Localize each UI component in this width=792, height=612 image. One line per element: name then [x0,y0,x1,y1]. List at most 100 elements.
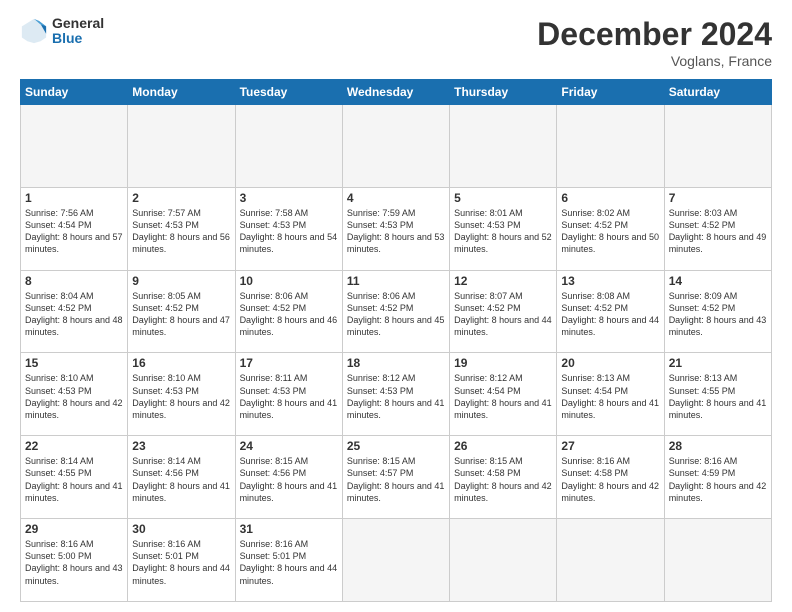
cell-info: Sunrise: 8:12 AMSunset: 4:54 PMDaylight:… [454,373,552,419]
day-number: 23 [132,439,230,453]
calendar-cell-16: 16 Sunrise: 8:10 AMSunset: 4:53 PMDaylig… [128,353,235,436]
calendar-cell-5: 5 Sunrise: 8:01 AMSunset: 4:53 PMDayligh… [450,187,557,270]
day-number: 2 [132,191,230,205]
day-number: 28 [669,439,767,453]
calendar-header-tuesday: Tuesday [235,80,342,105]
cell-info: Sunrise: 8:15 AMSunset: 4:58 PMDaylight:… [454,456,552,502]
day-number: 20 [561,356,659,370]
day-number: 7 [669,191,767,205]
calendar-header-thursday: Thursday [450,80,557,105]
calendar-cell-21: 21 Sunrise: 8:13 AMSunset: 4:55 PMDaylig… [664,353,771,436]
cell-info: Sunrise: 7:57 AMSunset: 4:53 PMDaylight:… [132,208,230,254]
logo-blue-text: Blue [52,31,104,46]
calendar-cell-31: 31 Sunrise: 8:16 AMSunset: 5:01 PMDaylig… [235,519,342,602]
day-number: 27 [561,439,659,453]
calendar-cell-empty [664,105,771,188]
calendar-cell-29: 29 Sunrise: 8:16 AMSunset: 5:00 PMDaylig… [21,519,128,602]
day-number: 4 [347,191,445,205]
calendar-cell-27: 27 Sunrise: 8:16 AMSunset: 4:58 PMDaylig… [557,436,664,519]
day-number: 17 [240,356,338,370]
calendar-cell-22: 22 Sunrise: 8:14 AMSunset: 4:55 PMDaylig… [21,436,128,519]
cell-info: Sunrise: 8:07 AMSunset: 4:52 PMDaylight:… [454,291,552,337]
day-number: 14 [669,274,767,288]
day-number: 12 [454,274,552,288]
logo-general-text: General [52,16,104,31]
cell-info: Sunrise: 8:13 AMSunset: 4:54 PMDaylight:… [561,373,659,419]
calendar-cell-23: 23 Sunrise: 8:14 AMSunset: 4:56 PMDaylig… [128,436,235,519]
calendar-cell-26: 26 Sunrise: 8:15 AMSunset: 4:58 PMDaylig… [450,436,557,519]
cell-info: Sunrise: 8:10 AMSunset: 4:53 PMDaylight:… [25,373,123,419]
cell-info: Sunrise: 8:16 AMSunset: 5:01 PMDaylight:… [132,539,230,585]
day-number: 26 [454,439,552,453]
cell-info: Sunrise: 7:59 AMSunset: 4:53 PMDaylight:… [347,208,445,254]
calendar-header-row: SundayMondayTuesdayWednesdayThursdayFrid… [21,80,772,105]
day-number: 11 [347,274,445,288]
calendar-cell-11: 11 Sunrise: 8:06 AMSunset: 4:52 PMDaylig… [342,270,449,353]
calendar-cell-12: 12 Sunrise: 8:07 AMSunset: 4:52 PMDaylig… [450,270,557,353]
calendar-cell-empty [664,519,771,602]
cell-info: Sunrise: 8:01 AMSunset: 4:53 PMDaylight:… [454,208,552,254]
cell-info: Sunrise: 8:12 AMSunset: 4:53 PMDaylight:… [347,373,445,419]
cell-info: Sunrise: 8:04 AMSunset: 4:52 PMDaylight:… [25,291,123,337]
cell-info: Sunrise: 8:06 AMSunset: 4:52 PMDaylight:… [240,291,338,337]
calendar-cell-empty [128,105,235,188]
day-number: 21 [669,356,767,370]
calendar-week-4: 22 Sunrise: 8:14 AMSunset: 4:55 PMDaylig… [21,436,772,519]
calendar-cell-7: 7 Sunrise: 8:03 AMSunset: 4:52 PMDayligh… [664,187,771,270]
calendar-cell-empty [342,519,449,602]
day-number: 19 [454,356,552,370]
calendar-cell-15: 15 Sunrise: 8:10 AMSunset: 4:53 PMDaylig… [21,353,128,436]
cell-info: Sunrise: 8:11 AMSunset: 4:53 PMDaylight:… [240,373,338,419]
day-number: 29 [25,522,123,536]
calendar-cell-empty [557,105,664,188]
calendar-cell-8: 8 Sunrise: 8:04 AMSunset: 4:52 PMDayligh… [21,270,128,353]
day-number: 16 [132,356,230,370]
calendar-cell-24: 24 Sunrise: 8:15 AMSunset: 4:56 PMDaylig… [235,436,342,519]
calendar-header-wednesday: Wednesday [342,80,449,105]
day-number: 1 [25,191,123,205]
calendar-cell-14: 14 Sunrise: 8:09 AMSunset: 4:52 PMDaylig… [664,270,771,353]
header: General Blue December 2024 Voglans, Fran… [20,16,772,69]
day-number: 24 [240,439,338,453]
calendar-cell-empty [21,105,128,188]
calendar-cell-20: 20 Sunrise: 8:13 AMSunset: 4:54 PMDaylig… [557,353,664,436]
calendar-cell-empty [450,519,557,602]
day-number: 5 [454,191,552,205]
cell-info: Sunrise: 8:06 AMSunset: 4:52 PMDaylight:… [347,291,445,337]
logo: General Blue [20,16,104,47]
calendar-header-monday: Monday [128,80,235,105]
day-number: 22 [25,439,123,453]
cell-info: Sunrise: 7:56 AMSunset: 4:54 PMDaylight:… [25,208,123,254]
day-number: 9 [132,274,230,288]
page: General Blue December 2024 Voglans, Fran… [0,0,792,612]
cell-info: Sunrise: 7:58 AMSunset: 4:53 PMDaylight:… [240,208,338,254]
calendar-cell-17: 17 Sunrise: 8:11 AMSunset: 4:53 PMDaylig… [235,353,342,436]
calendar-cell-empty [235,105,342,188]
calendar-header-sunday: Sunday [21,80,128,105]
calendar-body: 1 Sunrise: 7:56 AMSunset: 4:54 PMDayligh… [21,105,772,602]
cell-info: Sunrise: 8:09 AMSunset: 4:52 PMDaylight:… [669,291,767,337]
day-number: 13 [561,274,659,288]
cell-info: Sunrise: 8:08 AMSunset: 4:52 PMDaylight:… [561,291,659,337]
calendar-table: SundayMondayTuesdayWednesdayThursdayFrid… [20,79,772,602]
calendar-header-saturday: Saturday [664,80,771,105]
calendar-week-5: 29 Sunrise: 8:16 AMSunset: 5:00 PMDaylig… [21,519,772,602]
calendar-cell-3: 3 Sunrise: 7:58 AMSunset: 4:53 PMDayligh… [235,187,342,270]
day-number: 25 [347,439,445,453]
day-number: 31 [240,522,338,536]
calendar-cell-empty [557,519,664,602]
cell-info: Sunrise: 8:15 AMSunset: 4:57 PMDaylight:… [347,456,445,502]
calendar-cell-13: 13 Sunrise: 8:08 AMSunset: 4:52 PMDaylig… [557,270,664,353]
day-number: 15 [25,356,123,370]
logo-text: General Blue [52,16,104,47]
logo-icon [20,17,48,45]
day-number: 3 [240,191,338,205]
cell-info: Sunrise: 8:10 AMSunset: 4:53 PMDaylight:… [132,373,230,419]
cell-info: Sunrise: 8:15 AMSunset: 4:56 PMDaylight:… [240,456,338,502]
location: Voglans, France [537,53,772,69]
calendar-cell-4: 4 Sunrise: 7:59 AMSunset: 4:53 PMDayligh… [342,187,449,270]
month-title: December 2024 [537,16,772,53]
day-number: 6 [561,191,659,205]
cell-info: Sunrise: 8:02 AMSunset: 4:52 PMDaylight:… [561,208,659,254]
calendar-cell-30: 30 Sunrise: 8:16 AMSunset: 5:01 PMDaylig… [128,519,235,602]
